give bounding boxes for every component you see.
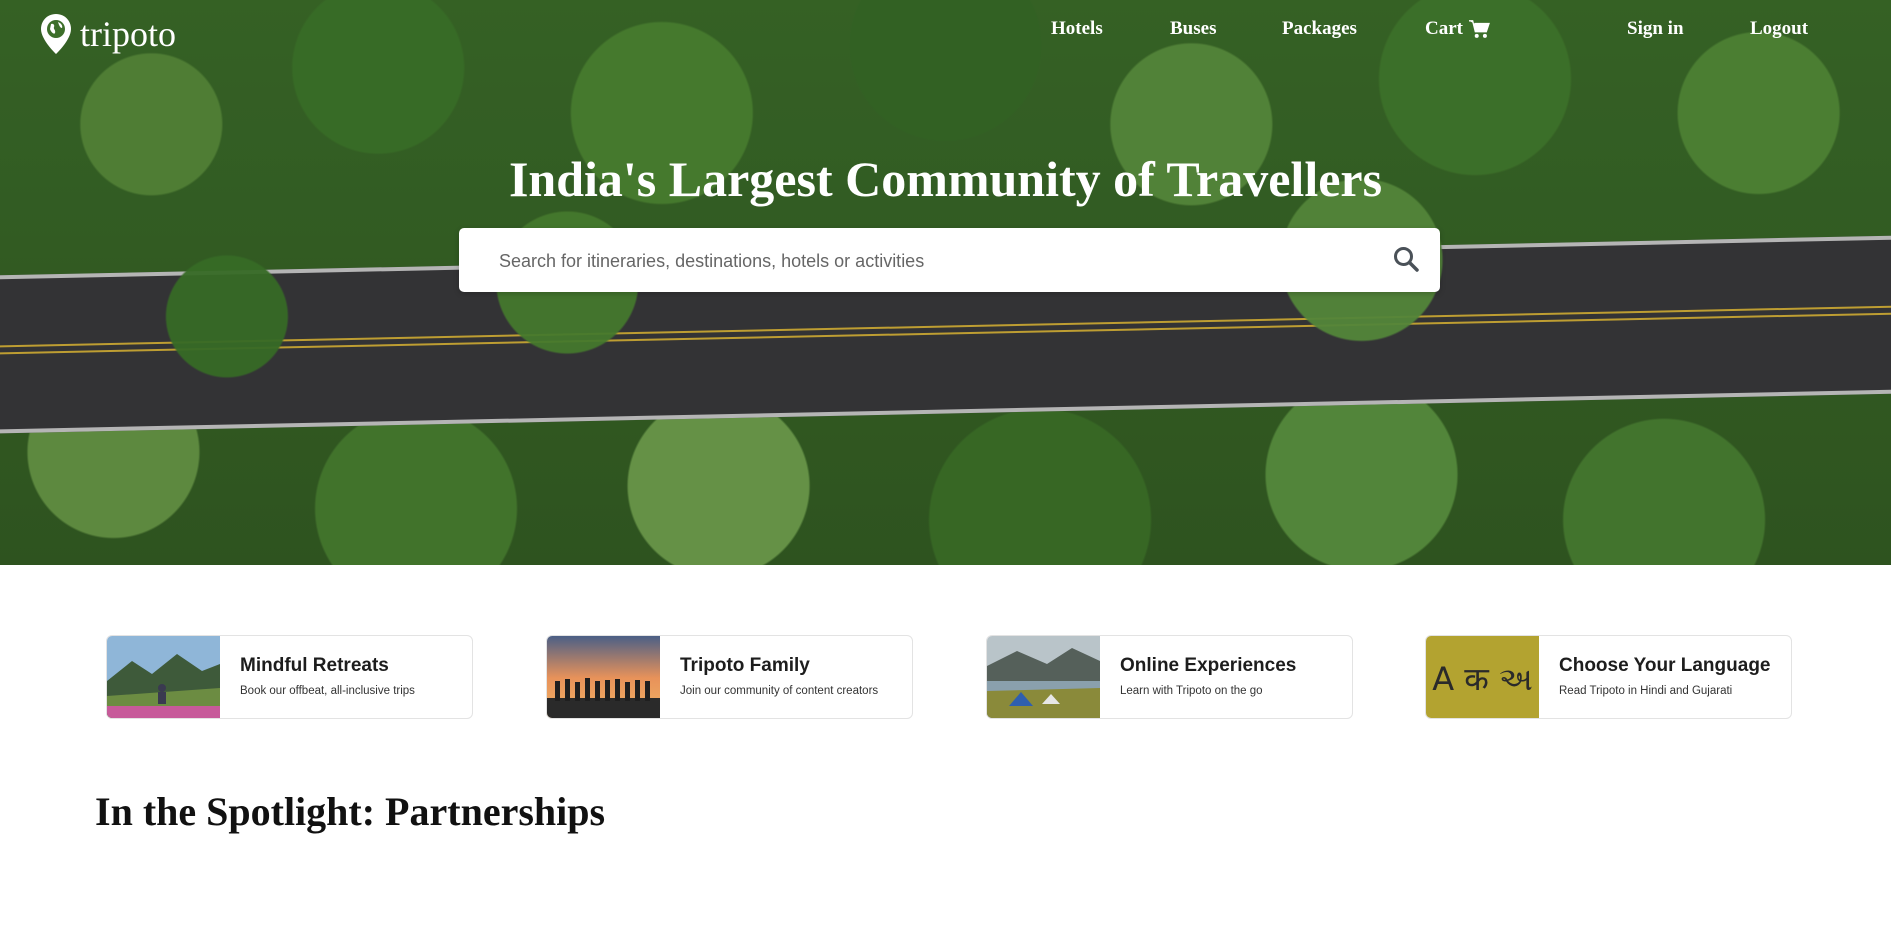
card-choose-language[interactable]: A क અ Choose Your Language Read Tripoto … — [1425, 635, 1792, 719]
card-title: Tripoto Family — [680, 655, 810, 676]
nav-cart-label: Cart — [1425, 18, 1463, 39]
nav-hotels[interactable]: Hotels — [1051, 18, 1103, 40]
card-subtitle: Learn with Tripoto on the go — [1120, 685, 1263, 697]
nav-sign-in[interactable]: Sign in — [1627, 18, 1684, 40]
card-title: Online Experiences — [1120, 655, 1297, 676]
nav-logout[interactable]: Logout — [1750, 18, 1808, 40]
card-tripoto-family[interactable]: Tripoto Family Join our community of con… — [546, 635, 913, 719]
nav-buses[interactable]: Buses — [1170, 18, 1216, 40]
card-subtitle: Join our community of content creators — [680, 685, 879, 697]
card-online-experiences[interactable]: Online Experiences Learn with Tripoto on… — [986, 635, 1353, 719]
tripoto-family-image — [547, 636, 660, 718]
mindful-retreats-image — [107, 636, 220, 718]
hero-headline: India's Largest Community of Travellers — [508, 151, 1383, 207]
online-experiences-image — [987, 636, 1100, 718]
spotlight-heading: In the Spotlight: Partnerships — [95, 789, 606, 834]
shopping-cart-icon — [1468, 20, 1490, 38]
language-tile: A क અ — [1426, 636, 1539, 718]
top-nav: Hotels Buses Packages Cart Sign in Logou… — [0, 18, 1891, 44]
search-icon[interactable] — [1392, 245, 1420, 273]
search-bar — [459, 228, 1440, 294]
language-tile-text: A क અ — [1426, 636, 1539, 718]
card-title: Mindful Retreats — [240, 655, 389, 676]
card-subtitle: Read Tripoto in Hindi and Gujarati — [1559, 685, 1733, 697]
card-subtitle: Book our offbeat, all-inclusive trips — [240, 685, 415, 697]
nav-packages[interactable]: Packages — [1282, 18, 1357, 40]
card-title: Choose Your Language — [1559, 655, 1771, 676]
card-mindful-retreats[interactable]: Mindful Retreats Book our offbeat, all-i… — [106, 635, 473, 719]
search-input[interactable] — [497, 228, 1361, 294]
nav-cart[interactable]: Cart — [1425, 18, 1490, 40]
